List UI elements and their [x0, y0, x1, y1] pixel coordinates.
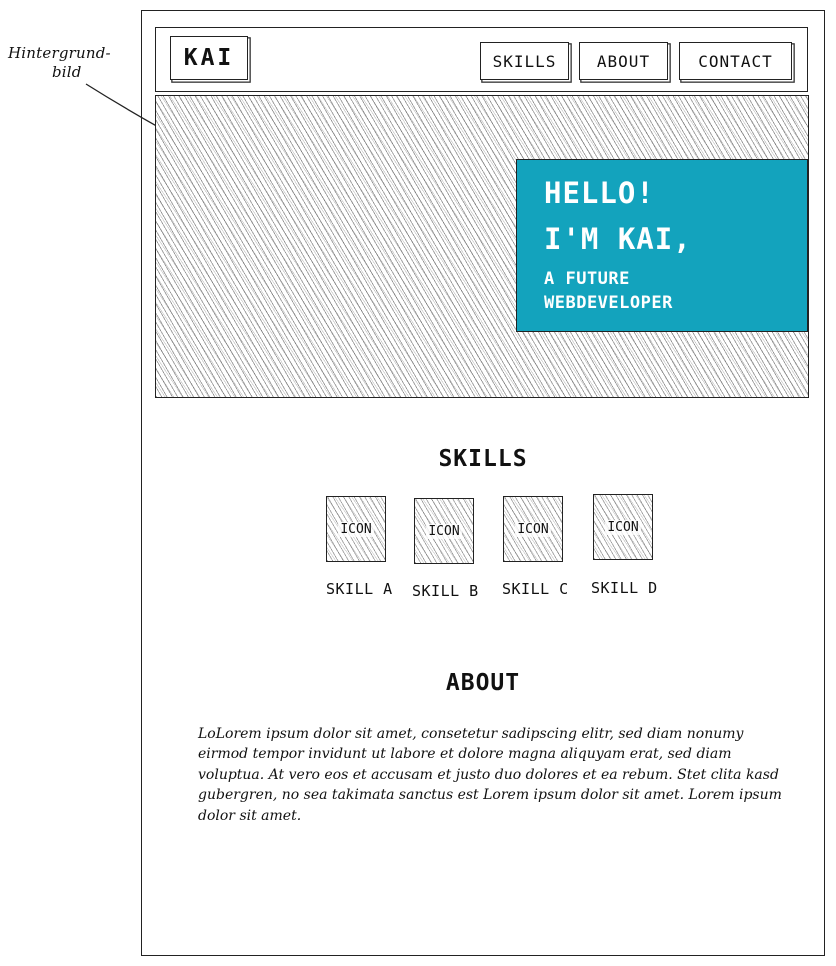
hero-name: I'M KAI,: [544, 222, 692, 256]
hero-tagline-line-2: WEBDEVELOPER: [544, 293, 673, 313]
nav-link-about[interactable]: ABOUT: [579, 42, 668, 80]
skills-heading: SKILLS: [438, 446, 528, 472]
skill-c-icon-label: ICON: [515, 521, 551, 537]
nav-link-skills[interactable]: SKILLS: [480, 42, 569, 80]
background-image-annotation: Hintergrund- bild: [8, 44, 138, 82]
skill-c-icon: ICON: [503, 496, 563, 562]
hero-tagline-line-1: A FUTURE: [544, 269, 630, 289]
skill-a-icon-label: ICON: [338, 521, 374, 537]
logo[interactable]: KAI: [170, 36, 248, 80]
hero-intro-card: HELLO! I'M KAI, A FUTURE WEBDEVELOPER: [516, 159, 808, 332]
skill-b-icon-label: ICON: [426, 523, 462, 539]
skill-d-label: SKILL D: [591, 579, 658, 597]
annotation-line-1: Hintergrund-: [8, 44, 111, 62]
skill-b-icon: ICON: [414, 498, 474, 564]
skill-a-label: SKILL A: [326, 580, 393, 598]
skill-d-icon-label: ICON: [605, 519, 641, 535]
hero-greeting: HELLO!: [544, 176, 655, 210]
skill-c-label: SKILL C: [502, 580, 569, 598]
about-heading: ABOUT: [445, 670, 521, 696]
annotation-line-2: bild: [52, 63, 82, 81]
skill-a-icon: ICON: [326, 496, 386, 562]
skill-b-label: SKILL B: [412, 582, 479, 600]
about-paragraph: LoLorem ipsum dolor sit amet, consetetur…: [198, 726, 782, 824]
skill-d-icon: ICON: [593, 494, 653, 560]
nav-link-contact[interactable]: CONTACT: [679, 42, 792, 80]
